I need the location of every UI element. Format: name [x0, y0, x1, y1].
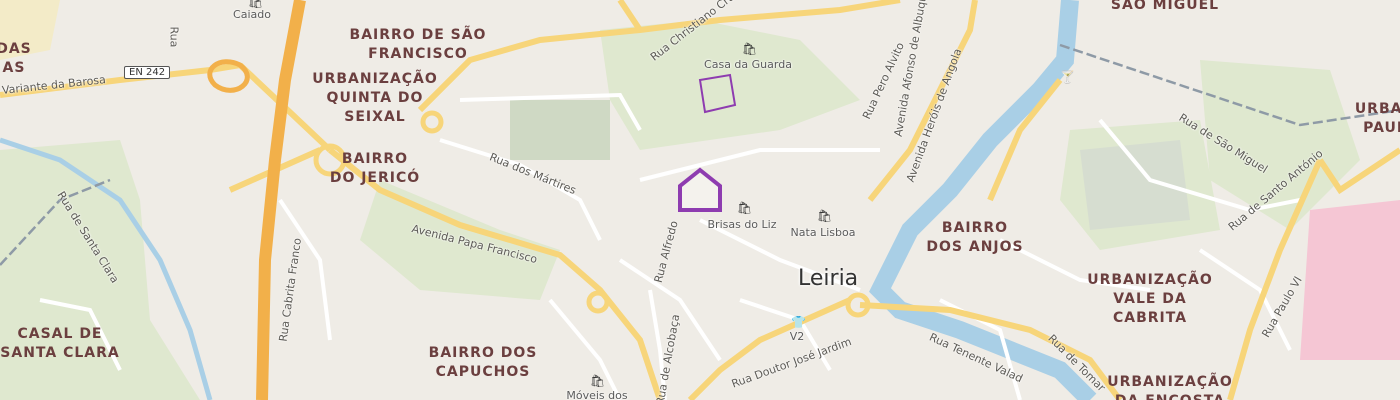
district-line: DO JERICÓ [329, 170, 421, 186]
poi-nata-lisboa[interactable]: Nata Lisboa [791, 226, 856, 239]
district-line: DA ENCOSTA [1107, 392, 1233, 400]
district-line: BAIRRO DE SÃO [349, 27, 487, 43]
district-line: SEIXAL [344, 109, 406, 125]
district-casal-santa-clara[interactable]: CASAL DE SANTA CLARA [0, 325, 119, 363]
road-shield: EN 242 [124, 66, 171, 79]
district-line: BAIRRO [941, 220, 1009, 236]
map-base [0, 0, 1400, 400]
district-line: AS [2, 60, 26, 76]
map-view[interactable]: EN 242 Leiria BAIRRO DE SÃO FRANCISCO UR… [0, 0, 1400, 400]
district-bairro-anjos[interactable]: BAIRRO DOS ANJOS [926, 219, 1023, 257]
cocktail-icon[interactable]: 🍸 [1060, 70, 1075, 84]
district-line: URBAN [1354, 101, 1400, 117]
district-quinta-do-seixal[interactable]: URBANIZAÇÃO QUINTA DO SEIXAL [312, 70, 438, 127]
roundabout [586, 290, 610, 314]
district-line: DAS [0, 41, 32, 57]
district-line: BAIRRO [341, 151, 409, 167]
district-line: PAUL [1363, 120, 1400, 136]
shopping-bag-icon[interactable]: 🛍 [742, 42, 757, 56]
district-bairro-jerico[interactable]: BAIRRO DO JERICÓ [330, 150, 420, 188]
poi-brisas-do-liz[interactable]: Brisas do Liz [708, 218, 777, 231]
district-line: SÃO MIGUEL [1110, 0, 1220, 13]
district-line: URBANIZAÇÃO [1107, 374, 1233, 390]
home-icon [678, 167, 722, 212]
poi-caiado[interactable]: Caiado [233, 8, 271, 21]
clothes-icon[interactable]: 👕 [791, 315, 806, 329]
district-da-encosta[interactable]: URBANIZAÇÃO DA ENCOSTA [1107, 373, 1233, 400]
district-left-das[interactable]: DAS AS [0, 40, 32, 78]
district-line: CAPUCHOS [435, 364, 531, 380]
district-line: FRANCISCO [368, 46, 468, 62]
city-label[interactable]: Leiria [798, 266, 858, 291]
district-line: CABRITA [1112, 310, 1188, 326]
district-bairro-capuchos[interactable]: BAIRRO DOS CAPUCHOS [429, 344, 538, 382]
shopping-bag-icon[interactable]: 🛍 [737, 201, 752, 215]
district-urban-paulo[interactable]: URBAN PAUL [1355, 100, 1400, 138]
poi-v2[interactable]: V2 [790, 330, 805, 343]
district-line: SANTA CLARA [0, 345, 120, 361]
district-line: URBANIZAÇÃO [312, 71, 438, 87]
district-line: BAIRRO DOS [428, 345, 538, 361]
district-line: VALE DA [1113, 291, 1187, 307]
district-sao-miguel[interactable]: SÃO MIGUEL [1111, 0, 1219, 15]
district-line: QUINTA DO [326, 90, 424, 106]
district-vale-da-cabrita[interactable]: URBANIZAÇÃO VALE DA CABRITA [1087, 271, 1213, 328]
sports-ground [510, 100, 610, 160]
district-line: DOS ANJOS [926, 239, 1024, 255]
hospital-area [1300, 200, 1400, 360]
street-label-rua-partial: Rua [167, 26, 181, 48]
poi-casa-da-guarda[interactable]: Casa da Guarda [704, 58, 792, 71]
shopping-bag-icon[interactable]: 🛍 [590, 374, 605, 388]
poi-moveis[interactable]: Móveis dos [566, 389, 627, 400]
district-bairro-sao-francisco[interactable]: BAIRRO DE SÃO FRANCISCO [350, 26, 487, 64]
district-line: URBANIZAÇÃO [1087, 272, 1213, 288]
district-line: CASAL DE [17, 326, 103, 342]
shopping-bag-icon[interactable]: 🛍 [817, 209, 832, 223]
